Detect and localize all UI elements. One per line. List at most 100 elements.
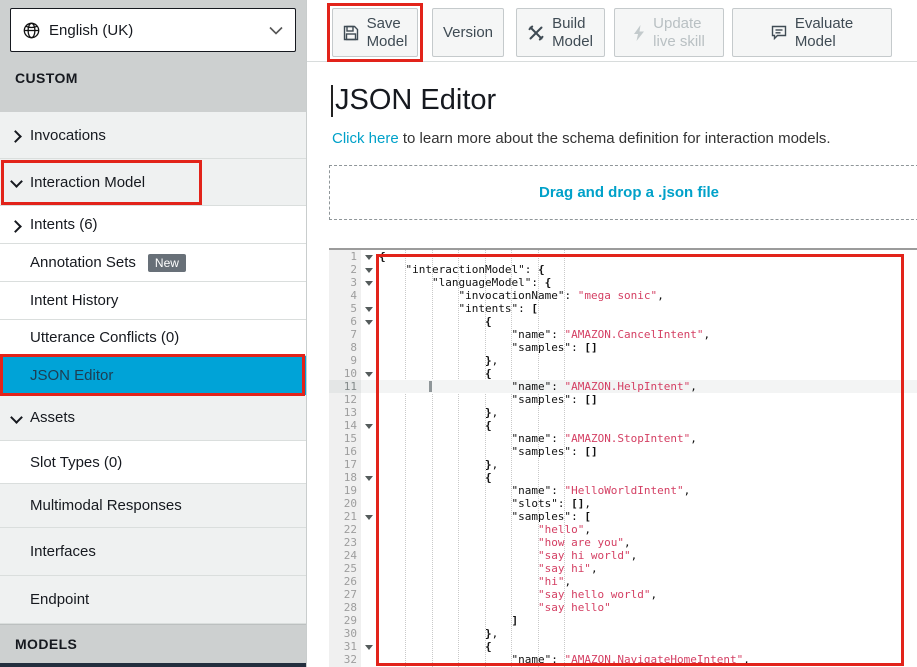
code-text[interactable]: }, (377, 458, 917, 471)
code-text[interactable]: ] (377, 614, 917, 627)
fold-widget[interactable] (361, 315, 377, 328)
click-here-link[interactable]: Click here (332, 130, 399, 147)
code-text[interactable]: "languageModel": { (377, 276, 917, 289)
code-line[interactable]: 26 "hi", (329, 575, 917, 588)
save-model-button[interactable]: Save Model (332, 8, 418, 57)
code-line[interactable]: 17 }, (329, 458, 917, 471)
code-text[interactable]: "name": "AMAZON.CancelIntent", (377, 328, 917, 341)
fold-widget[interactable] (361, 471, 377, 484)
code-text[interactable]: "interactionModel": { (377, 263, 917, 276)
sidebar-item-invocations[interactable]: Invocations (0, 112, 306, 159)
fold-widget[interactable] (361, 276, 377, 289)
code-line[interactable]: 5 "intents": [ (329, 302, 917, 315)
fold-widget[interactable] (361, 419, 377, 432)
language-selector[interactable]: English (UK) (10, 8, 296, 52)
code-line[interactable]: 29 ] (329, 614, 917, 627)
code-text[interactable]: }, (377, 354, 917, 367)
code-line[interactable]: 25 "say hi", (329, 562, 917, 575)
code-text[interactable]: "name": "HelloWorldIntent", (377, 484, 917, 497)
code-text[interactable]: "samples": [] (377, 445, 917, 458)
sidebar-item-interaction-model[interactable]: Interaction Model (0, 159, 306, 206)
code-line[interactable]: 4 "invocationName": "mega sonic", (329, 289, 917, 302)
code-line[interactable]: 27 "say hello world", (329, 588, 917, 601)
build-model-button[interactable]: Build Model (516, 8, 605, 57)
fold-widget[interactable] (361, 640, 377, 653)
code-line[interactable]: 22 "hello", (329, 523, 917, 536)
code-line[interactable]: 21 "samples": [ (329, 510, 917, 523)
code-line[interactable]: 20 "slots": [], (329, 497, 917, 510)
sidebar-item-multimodal-responses[interactable]: Multimodal Responses (0, 484, 306, 528)
sidebar-item-json-editor[interactable]: JSON Editor (0, 356, 306, 395)
code-line[interactable]: 11 "name": "AMAZON.HelpIntent", (329, 380, 917, 393)
code-text[interactable]: "samples": [ (377, 510, 917, 523)
code-line[interactable]: 32 "name": "AMAZON.NavigateHomeIntent", (329, 653, 917, 666)
code-text[interactable]: { (377, 640, 917, 653)
fold-widget (361, 328, 377, 341)
sidebar-item-intents-6[interactable]: Intents (6) (0, 206, 306, 244)
code-line[interactable]: 19 "name": "HelloWorldIntent", (329, 484, 917, 497)
code-line[interactable]: 31 { (329, 640, 917, 653)
fold-widget[interactable] (361, 250, 377, 263)
sidebar-item-assets[interactable]: Assets (0, 395, 306, 441)
code-text[interactable]: "hi", (377, 575, 917, 588)
code-line[interactable]: 16 "samples": [] (329, 445, 917, 458)
sidebar-item-endpoint[interactable]: Endpoint (0, 576, 306, 624)
code-text[interactable]: "slots": [], (377, 497, 917, 510)
version-button[interactable]: Version (432, 8, 504, 57)
fold-widget[interactable] (361, 367, 377, 380)
line-number: 8 (329, 341, 361, 354)
code-text[interactable]: "name": "AMAZON.NavigateHomeIntent", (377, 653, 917, 666)
code-text[interactable]: "invocationName": "mega sonic", (377, 289, 917, 302)
code-text[interactable]: }, (377, 406, 917, 419)
fold-widget[interactable] (361, 510, 377, 523)
code-text[interactable]: "samples": [] (377, 341, 917, 354)
code-line[interactable]: 10 { (329, 367, 917, 380)
code-text[interactable]: "say hi", (377, 562, 917, 575)
code-line[interactable]: 28 "say hello" (329, 601, 917, 614)
code-line[interactable]: 9 }, (329, 354, 917, 367)
fold-widget[interactable] (361, 302, 377, 315)
sidebar-item-intent-history[interactable]: Intent History (0, 282, 306, 320)
code-line[interactable]: 6 { (329, 315, 917, 328)
code-line[interactable]: 12 "samples": [] (329, 393, 917, 406)
code-line[interactable]: 23 "how are you", (329, 536, 917, 549)
json-dropzone[interactable]: Drag and drop a .json file (329, 165, 917, 220)
code-text[interactable]: { (377, 471, 917, 484)
line-number: 14 (329, 419, 361, 432)
code-text[interactable]: "hello", (377, 523, 917, 536)
sidebar-item-annotation-sets[interactable]: Annotation SetsNew (0, 244, 306, 282)
fold-widget[interactable] (361, 263, 377, 276)
code-line[interactable]: 7 "name": "AMAZON.CancelIntent", (329, 328, 917, 341)
code-text[interactable]: "say hi world", (377, 549, 917, 562)
code-text[interactable]: "name": "AMAZON.StopIntent", (377, 432, 917, 445)
code-line[interactable]: 14 { (329, 419, 917, 432)
code-text[interactable]: "samples": [] (377, 393, 917, 406)
fold-arrow-icon (365, 372, 373, 377)
code-text[interactable]: }, (377, 627, 917, 640)
code-line[interactable]: 1{ (329, 250, 917, 263)
sidebar-item-utterance-conflicts-0[interactable]: Utterance Conflicts (0) (0, 320, 306, 356)
sidebar-item-interfaces[interactable]: Interfaces (0, 528, 306, 576)
code-text[interactable]: { (377, 250, 917, 263)
fold-arrow-icon (365, 515, 373, 520)
sidebar-item-slot-types-0[interactable]: Slot Types (0) (0, 441, 306, 484)
code-text[interactable]: { (377, 367, 917, 380)
code-text[interactable]: "say hello" (377, 601, 917, 614)
code-text[interactable]: "say hello world", (377, 588, 917, 601)
code-text[interactable]: { (377, 419, 917, 432)
code-line[interactable]: 8 "samples": [] (329, 341, 917, 354)
code-line[interactable]: 15 "name": "AMAZON.StopIntent", (329, 432, 917, 445)
code-line[interactable]: 24 "say hi world", (329, 549, 917, 562)
code-text[interactable]: "intents": [ (377, 302, 917, 315)
code-line[interactable]: 18 { (329, 471, 917, 484)
code-line[interactable]: 2 "interactionModel": { (329, 263, 917, 276)
code-line[interactable]: 13 }, (329, 406, 917, 419)
code-line[interactable]: 30 }, (329, 627, 917, 640)
code-text[interactable]: "name": "AMAZON.HelpIntent", (377, 380, 917, 393)
code-text[interactable]: "how are you", (377, 536, 917, 549)
line-number: 6 (329, 315, 361, 328)
code-line[interactable]: 3 "languageModel": { (329, 276, 917, 289)
evaluate-model-button[interactable]: Evaluate Model (732, 8, 892, 57)
code-editor[interactable]: 1{2 "interactionModel": {3 "languageMode… (329, 248, 917, 667)
code-text[interactable]: { (377, 315, 917, 328)
